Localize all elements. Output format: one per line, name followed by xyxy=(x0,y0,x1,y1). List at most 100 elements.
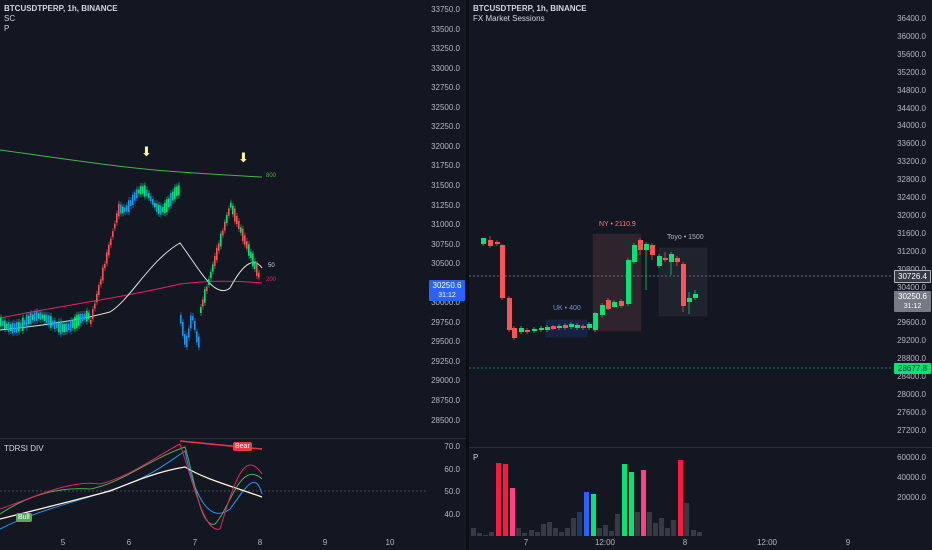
left-time-axis[interactable]: 5 6 7 8 9 10 xyxy=(0,536,466,550)
right-price-tick: 28800.0 xyxy=(897,354,926,364)
candle xyxy=(174,187,176,200)
candle xyxy=(28,315,30,324)
volume-bar xyxy=(547,522,552,536)
right-price-tick: 31600.0 xyxy=(897,228,926,238)
candle xyxy=(142,186,144,194)
candle xyxy=(180,315,182,324)
candle xyxy=(507,298,512,330)
candle xyxy=(176,186,178,197)
tdrsi-tick: 60.0 xyxy=(444,464,460,474)
candle xyxy=(212,264,214,272)
right-price-tick: 32000.0 xyxy=(897,210,926,220)
candle xyxy=(481,238,486,244)
right-price-tick: 33200.0 xyxy=(897,157,926,167)
candle xyxy=(172,191,174,201)
volume-bar xyxy=(584,492,589,536)
candle xyxy=(244,235,246,245)
candle xyxy=(48,315,50,326)
candle xyxy=(186,335,188,348)
candle xyxy=(687,298,692,302)
left-chart-title: BTCUSDTPERP, 1h, BINANCE xyxy=(4,4,118,13)
candle xyxy=(182,321,184,336)
right-price-tick: 32800.0 xyxy=(897,175,926,185)
volume-bar xyxy=(671,520,676,536)
volume-bar xyxy=(591,494,596,536)
candle xyxy=(569,324,574,327)
right-price-axis[interactable]: 36400.0 36000.0 35600.0 35200.0 34800.0 34400… xyxy=(893,0,932,447)
candle xyxy=(68,323,70,331)
candle xyxy=(248,244,250,256)
candle xyxy=(100,279,102,285)
candle xyxy=(36,311,38,321)
candle xyxy=(519,328,524,332)
candle xyxy=(252,253,254,267)
candle xyxy=(80,313,82,324)
left-price-pane[interactable]: BTCUSDTPERP, 1h, BINANCE SC P 800 50 200… xyxy=(0,0,428,438)
candle xyxy=(94,303,96,309)
candle xyxy=(210,271,212,279)
candle xyxy=(563,325,568,328)
volume-bar xyxy=(629,472,634,536)
tdrsi-tick: 70.0 xyxy=(444,442,460,451)
candle xyxy=(58,321,60,333)
candle xyxy=(148,193,150,198)
ma800-label: 800 xyxy=(266,173,277,179)
left-indicator-pane[interactable]: TDRSI DIV Bear Bull xyxy=(0,439,428,536)
candle xyxy=(242,228,244,242)
volume-bar xyxy=(678,460,683,536)
ma200-label: 200 xyxy=(266,277,277,283)
left-price-tick: 32000.0 xyxy=(431,141,460,151)
rsi-signal-line xyxy=(0,466,263,520)
candle xyxy=(130,200,132,207)
right-price-badge: 30250.6 31:12 xyxy=(894,291,931,312)
candle xyxy=(74,316,76,330)
candle xyxy=(116,213,118,223)
right-volume-pane[interactable]: P xyxy=(469,448,893,536)
candle xyxy=(30,313,32,324)
right-price-tick: 33600.0 xyxy=(897,139,926,149)
left-price-tick: 28750.0 xyxy=(431,396,460,405)
candle xyxy=(600,305,605,315)
candle xyxy=(254,261,256,269)
volume-bar xyxy=(665,528,670,536)
candle xyxy=(220,233,222,247)
candle xyxy=(104,263,106,269)
candle xyxy=(575,325,580,328)
candle xyxy=(626,260,631,304)
down-arrow-icon: ⬇ xyxy=(141,144,152,159)
right-price-tick: 34800.0 xyxy=(897,85,926,95)
right-volume-axis[interactable]: 60000.0 40000.0 20000.0 xyxy=(893,448,932,536)
left-price-tick: 31000.0 xyxy=(431,220,460,230)
candle xyxy=(192,315,194,321)
candle xyxy=(681,264,686,306)
candle xyxy=(4,320,6,330)
candle xyxy=(134,192,136,201)
candle xyxy=(488,240,493,246)
right-time-tick: 9 xyxy=(845,538,851,547)
candle xyxy=(184,334,186,345)
candle xyxy=(160,205,162,215)
candle xyxy=(644,244,649,250)
candle xyxy=(236,215,238,225)
candle xyxy=(606,300,611,309)
candle xyxy=(650,245,655,255)
left-price-badge: 30250.6 31:12 xyxy=(429,280,465,301)
candle xyxy=(60,320,62,335)
candle xyxy=(78,314,80,326)
candle xyxy=(110,238,112,246)
right-time-tick: 12:00 xyxy=(594,538,616,547)
left-time-tick: 8 xyxy=(257,538,263,547)
candle xyxy=(500,245,505,298)
right-time-axis[interactable]: 7 12:00 8 12:00 9 xyxy=(469,536,932,550)
left-indicator-axis[interactable]: 70.0 60.0 50.0 40.0 xyxy=(428,439,466,536)
candle xyxy=(657,256,662,266)
volume-bar xyxy=(553,528,558,536)
volume-bar xyxy=(659,518,664,536)
left-price-tick: 28500.0 xyxy=(431,415,460,425)
right-price-pane[interactable]: BTCUSDTPERP, 1h, BINANCE FX Market Sessi… xyxy=(469,0,893,447)
candle xyxy=(66,323,68,332)
candle xyxy=(206,286,208,292)
candle xyxy=(86,310,88,322)
left-price-axis[interactable]: 33750.0 33500.0 33250.0 33000.0 32750.0 32500… xyxy=(428,0,466,438)
volume-bar xyxy=(635,512,640,536)
